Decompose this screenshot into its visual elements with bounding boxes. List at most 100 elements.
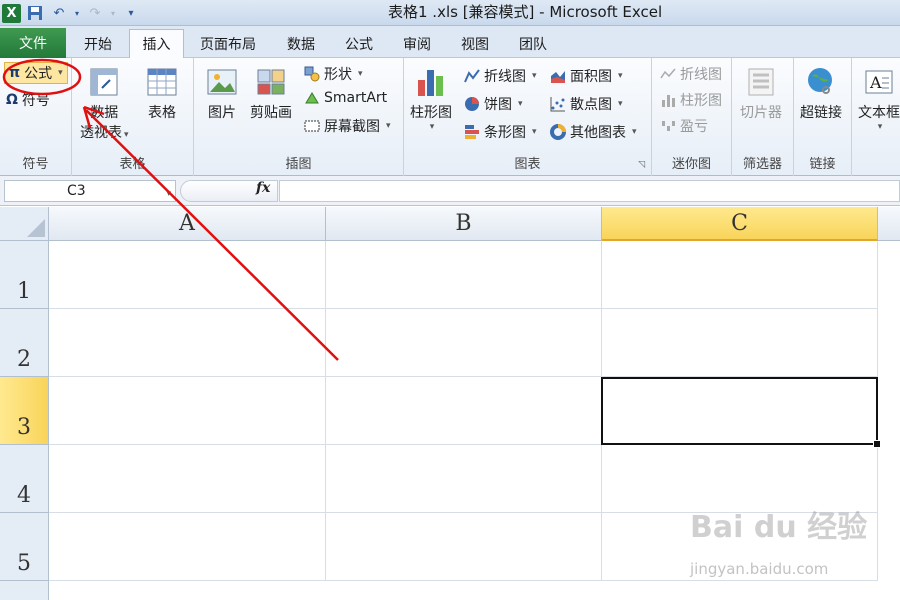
chevron-down-icon: ▾ (124, 130, 129, 140)
tab-review[interactable]: 审阅 (394, 30, 440, 58)
title-bar: X ↶ ▾ ↷ ▾ ▾ 表格1 .xls [兼容模式] - Microsoft … (0, 0, 900, 26)
area-chart-icon (551, 71, 565, 83)
ribbon-tab-row: 文件 开始 插入 页面布局 数据 公式 审阅 视图 团队 (0, 26, 900, 58)
excel-logo-icon[interactable]: X (2, 3, 21, 23)
textbox-button[interactable]: A 文本框 ▾ (858, 66, 900, 132)
column-chart-button[interactable]: 柱形图 ▾ (410, 66, 452, 132)
formula-button[interactable]: π 公式 ▾ (4, 62, 68, 84)
group-links: 超链接 链接 (794, 58, 852, 176)
cell-a1[interactable] (49, 241, 326, 309)
sparkline-line-button[interactable]: 折线图 (660, 64, 722, 84)
line-chart-button[interactable]: 折线图 ▾ (464, 66, 537, 86)
group-sparklines: 折线图 柱形图 盈亏 迷你图 (652, 58, 732, 176)
select-all-button[interactable] (0, 207, 49, 241)
column-header-b[interactable]: B (326, 207, 602, 241)
cell-a5[interactable] (49, 513, 326, 581)
table-button[interactable]: 表格 (146, 66, 178, 122)
redo-dropdown-icon[interactable]: ▾ (109, 3, 117, 23)
tab-data[interactable]: 数据 (278, 30, 324, 58)
column-header-d[interactable] (878, 207, 900, 241)
chevron-down-icon[interactable]: ▾ (166, 184, 171, 204)
pivot-table-button[interactable]: 数据 透视表 ▾ (80, 66, 129, 142)
group-text: A 文本框 ▾ (852, 58, 900, 176)
cell-a2[interactable] (49, 309, 326, 377)
cell-b1[interactable] (326, 241, 602, 309)
row-header-5[interactable]: 5 (0, 513, 49, 581)
cell-c2[interactable] (602, 309, 878, 377)
baidu-watermark: Bai du 经验 (690, 510, 868, 545)
pivot-table-icon (90, 68, 118, 96)
undo-icon[interactable]: ↶ (49, 3, 69, 23)
row-header-3[interactable]: 3 (0, 377, 49, 445)
hyperlink-button[interactable]: 超链接 (800, 66, 842, 122)
screenshot-icon (304, 120, 320, 132)
customize-qat-icon[interactable]: ▾ (121, 3, 141, 23)
chevron-down-icon: ▾ (618, 71, 623, 81)
chevron-down-icon: ▾ (386, 121, 391, 131)
sparkline-column-button[interactable]: 柱形图 (660, 90, 722, 110)
svg-text:A: A (869, 73, 882, 92)
doughnut-chart-icon (550, 124, 566, 140)
tab-page-layout[interactable]: 页面布局 (190, 30, 266, 58)
symbol-button[interactable]: Ω 符号 (6, 90, 50, 110)
cell-b5[interactable] (326, 513, 602, 581)
cell-b2[interactable] (326, 309, 602, 377)
redo-icon[interactable]: ↷ (85, 3, 105, 23)
chevron-down-icon: ▾ (358, 69, 363, 79)
scatter-chart-icon (550, 97, 565, 112)
formula-input[interactable] (279, 180, 900, 202)
bar-chart-button[interactable]: 条形图 ▾ (464, 122, 537, 142)
textbox-icon: A (865, 70, 893, 94)
other-charts-button[interactable]: 其他图表 ▾ (550, 122, 637, 142)
sparkline-winloss-button[interactable]: 盈亏 (660, 116, 708, 136)
tab-view[interactable]: 视图 (452, 30, 498, 58)
row-header-6[interactable] (0, 581, 49, 600)
insert-function-icon[interactable]: fx (256, 180, 270, 196)
tab-insert[interactable]: 插入 (129, 29, 184, 58)
active-cell-c3[interactable] (601, 377, 881, 448)
sparkline-winloss-icon (662, 121, 675, 131)
picture-icon (207, 69, 237, 95)
clipart-button[interactable]: 剪贴画 (250, 66, 292, 122)
undo-dropdown-icon[interactable]: ▾ (73, 3, 81, 23)
slicer-button[interactable]: 切片器 (740, 66, 782, 122)
cell-a3[interactable] (49, 377, 326, 445)
shapes-button[interactable]: 形状 ▾ (304, 64, 363, 84)
column-chart-icon (418, 70, 443, 96)
picture-button[interactable]: 图片 (206, 66, 238, 122)
cell-column-d[interactable] (878, 241, 900, 600)
column-header-c[interactable]: C (602, 207, 878, 241)
group-tables: 数据 透视表 ▾ 表格 表格 (72, 58, 194, 176)
name-box[interactable]: C3 ▾ (4, 180, 176, 202)
cell-b3[interactable] (326, 377, 602, 445)
cell-a4[interactable] (49, 445, 326, 513)
column-header-a[interactable]: A (49, 207, 326, 241)
tab-team[interactable]: 团队 (510, 30, 556, 58)
cell-c1[interactable] (602, 241, 878, 309)
sparkline-column-icon (662, 95, 675, 107)
row-header-2[interactable]: 2 (0, 309, 49, 377)
tab-home[interactable]: 开始 (72, 30, 124, 58)
chevron-down-icon: ▾ (532, 71, 537, 81)
line-chart-icon (464, 69, 480, 83)
pie-chart-button[interactable]: 饼图 ▾ (464, 94, 523, 114)
group-label-links: 链接 (809, 157, 836, 172)
row-header-4[interactable]: 4 (0, 445, 49, 513)
tab-file[interactable]: 文件 (0, 28, 66, 58)
save-icon[interactable] (25, 3, 45, 23)
window-title: 表格1 .xls [兼容模式] - Microsoft Excel (388, 3, 663, 21)
sparkline-line-icon (660, 68, 676, 79)
cell-b4[interactable] (326, 445, 602, 513)
row-header-1[interactable]: 1 (0, 241, 49, 309)
dialog-launcher-icon[interactable]: ◹ (638, 160, 645, 170)
area-chart-button[interactable]: 面积图 ▾ (550, 66, 623, 86)
scatter-chart-button[interactable]: 散点图 ▾ (550, 94, 623, 114)
group-charts: 柱形图 ▾ 折线图 ▾ 饼图 ▾ 条形图 ▾ 面积图 ▾ 散点图 ▾ 其他图表 … (404, 58, 652, 176)
smartart-button[interactable]: SmartArt (304, 90, 387, 106)
baidu-watermark-url: jingyan.baidu.com (690, 560, 829, 578)
chevron-down-icon: ▾ (632, 127, 637, 137)
screenshot-button[interactable]: 屏幕截图 ▾ (304, 116, 391, 136)
chevron-down-icon: ▾ (532, 127, 537, 137)
tab-formulas[interactable]: 公式 (336, 30, 382, 58)
shapes-icon (304, 66, 320, 82)
